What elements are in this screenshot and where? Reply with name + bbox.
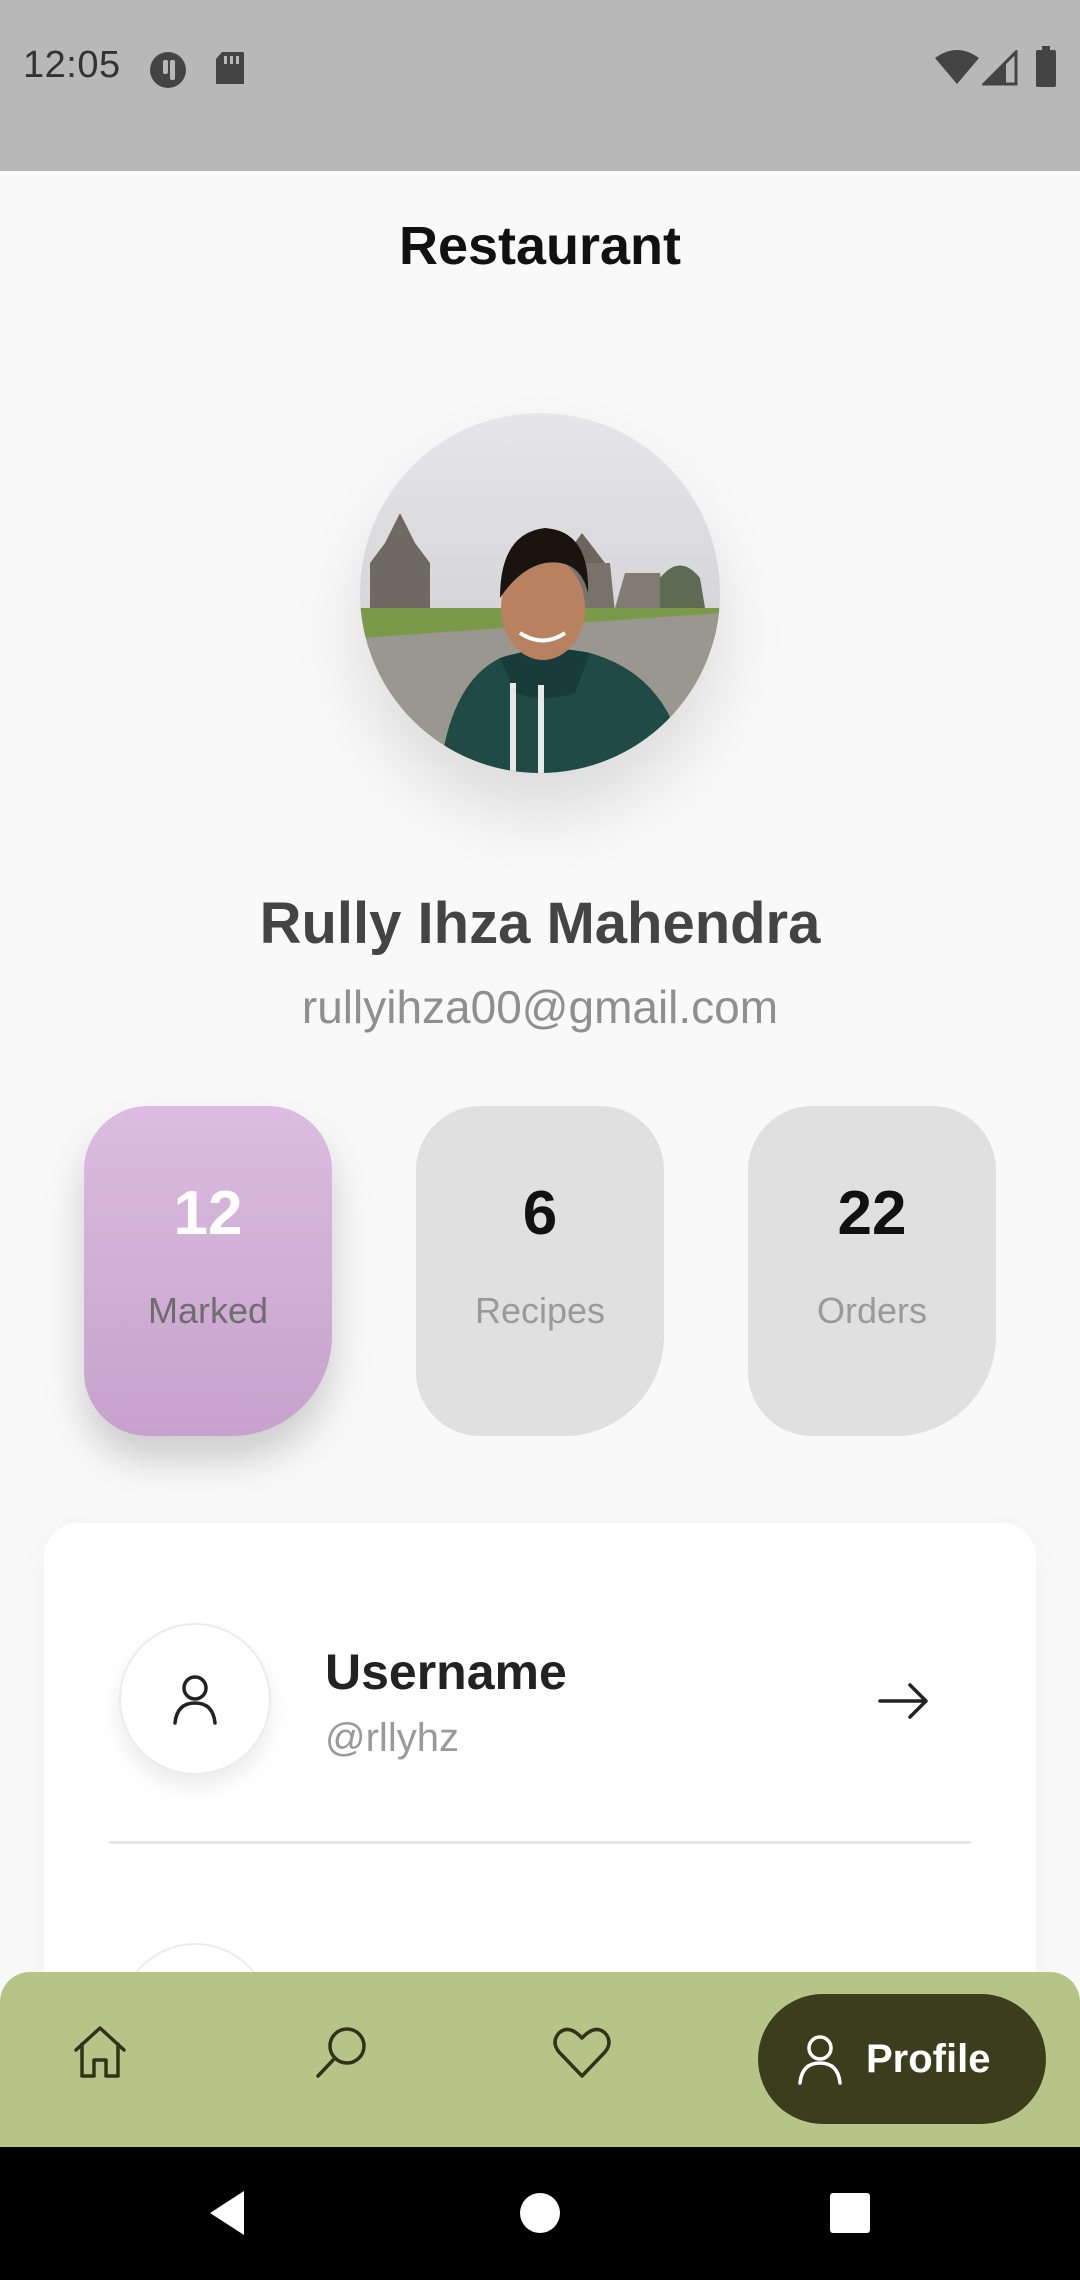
recents-icon[interactable] <box>822 2185 878 2241</box>
nav-profile-label: Profile <box>866 2036 991 2081</box>
page-title: Restaurant <box>398 216 682 276</box>
stat-card-marked[interactable]: 12 Marked <box>84 1106 332 1436</box>
sd-card-icon <box>216 52 244 84</box>
arrow-right-icon[interactable] <box>876 1673 932 1729</box>
setting-title: Username <box>325 1644 567 1700</box>
status-bar: 12:05 <box>0 0 1080 171</box>
divider <box>109 1841 971 1844</box>
stat-value: 22 <box>837 1179 907 1248</box>
heart-icon <box>553 2027 611 2078</box>
profile-name: Rully Ihza Mahendra <box>259 891 821 956</box>
stat-label: Recipes <box>474 1290 606 1331</box>
stat-label: Orders <box>816 1290 928 1331</box>
stat-card-recipes[interactable]: 6 Recipes <box>416 1106 664 1436</box>
stat-value: 6 <box>522 1179 558 1248</box>
stat-value: 12 <box>173 1179 243 1248</box>
system-nav-bar <box>0 2147 1080 2280</box>
nav-profile-button[interactable]: Profile <box>758 1994 1046 2124</box>
home-circle-icon[interactable] <box>512 2185 568 2241</box>
app-notification-icon <box>150 52 186 88</box>
home-icon <box>74 2026 126 2078</box>
settings-card: Username @rllyhz <box>44 1523 1036 2043</box>
search-icon <box>316 2027 366 2078</box>
user-icon <box>119 1623 271 1775</box>
wifi-icon <box>935 50 979 84</box>
cell-signal-icon <box>982 50 1018 86</box>
nav-search-button[interactable] <box>302 2012 382 2092</box>
stat-label: Marked <box>147 1290 269 1331</box>
nav-home-button[interactable] <box>60 2012 140 2092</box>
nav-favorites-button[interactable] <box>542 2012 622 2092</box>
stat-card-orders[interactable]: 22 Orders <box>748 1106 996 1436</box>
avatar[interactable] <box>360 413 720 773</box>
bottom-nav: Profile <box>0 1972 1080 2147</box>
battery-icon <box>1036 46 1056 87</box>
user-icon <box>798 2035 842 2085</box>
setting-value: @rllyhz <box>325 1716 459 1760</box>
status-time: 12:05 <box>23 44 121 86</box>
setting-row-username[interactable]: Username @rllyhz <box>44 1523 1036 1843</box>
back-icon[interactable] <box>200 2185 256 2241</box>
profile-email: rullyihza00@gmail.com <box>301 981 779 1033</box>
